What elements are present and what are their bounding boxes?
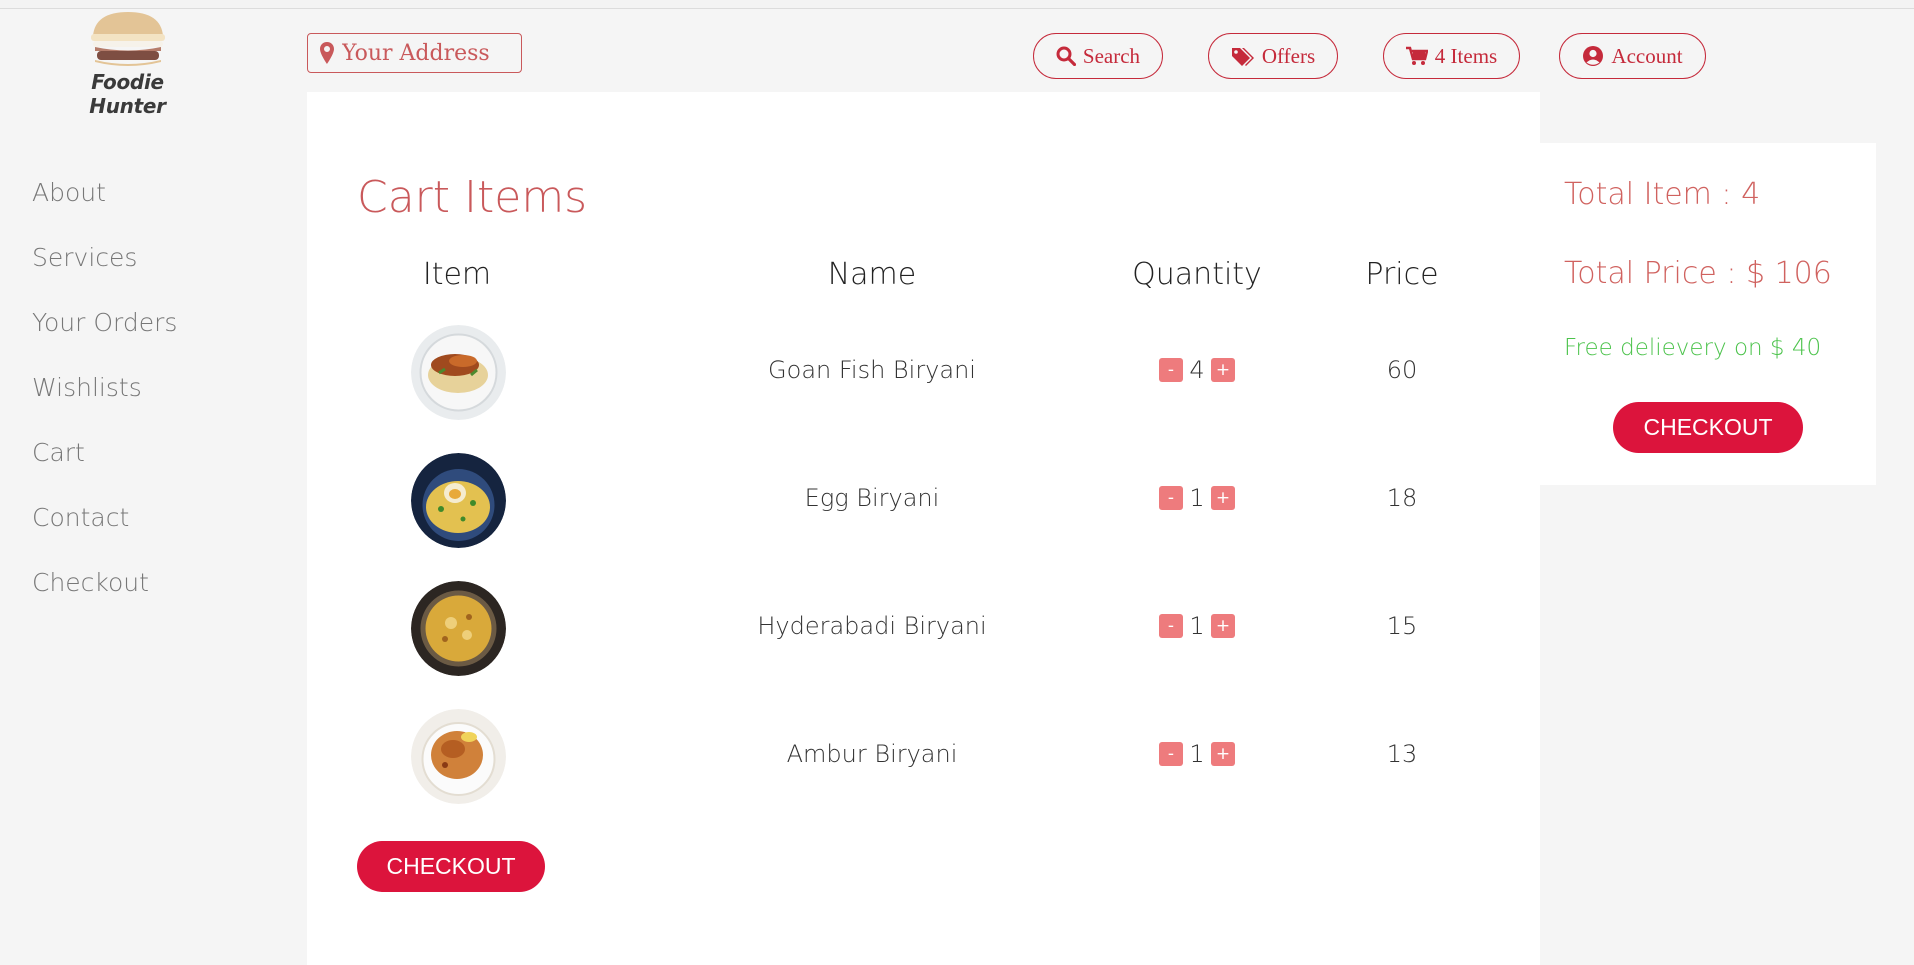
table-row: Ambur Biryani - 1 + 13 bbox=[307, 706, 1540, 806]
search-button[interactable]: Search bbox=[1033, 33, 1163, 79]
dish-image bbox=[411, 581, 506, 676]
sidebar-nav: About Services Your Orders Wishlists Car… bbox=[32, 170, 177, 625]
user-circle-icon bbox=[1583, 46, 1604, 66]
increase-quantity-button[interactable]: + bbox=[1211, 486, 1235, 510]
offers-button[interactable]: Offers bbox=[1208, 33, 1338, 79]
account-button-label: Account bbox=[1611, 43, 1683, 68]
sidebar-item-contact[interactable]: Contact bbox=[32, 495, 177, 560]
dish-image bbox=[411, 453, 506, 548]
item-name: Egg Biryani bbox=[804, 484, 940, 512]
total-items: Total Item : 4 bbox=[1564, 177, 1761, 212]
brand-logo[interactable]: Foodie Hunter bbox=[55, 10, 200, 118]
decrease-quantity-button[interactable]: - bbox=[1159, 358, 1183, 382]
item-price: 13 bbox=[1386, 740, 1418, 768]
quantity-value: 1 bbox=[1189, 740, 1205, 768]
dish-image bbox=[411, 709, 506, 804]
free-delivery-note: Free delievery on $ 40 bbox=[1564, 335, 1822, 361]
column-header-price: Price bbox=[1365, 257, 1439, 292]
quantity-value: 1 bbox=[1189, 484, 1205, 512]
quantity-stepper: - 1 + bbox=[1077, 484, 1317, 512]
address-input[interactable] bbox=[342, 40, 502, 66]
cart-icon bbox=[1405, 46, 1428, 65]
brand-name: Foodie Hunter bbox=[89, 70, 166, 118]
quantity-stepper: - 4 + bbox=[1077, 356, 1317, 384]
table-row: Goan Fish Biryani - 4 + 60 bbox=[307, 322, 1540, 422]
item-name: Hyderabadi Biryani bbox=[757, 612, 987, 640]
column-header-name: Name bbox=[827, 257, 917, 292]
account-button[interactable]: Account bbox=[1559, 33, 1706, 79]
summary-checkout-button[interactable]: CHECKOUT bbox=[1613, 402, 1803, 453]
dish-image bbox=[411, 325, 506, 420]
quantity-stepper: - 1 + bbox=[1077, 740, 1317, 768]
sidebar-item-your-orders[interactable]: Your Orders bbox=[32, 300, 177, 365]
offers-button-label: Offers bbox=[1261, 43, 1316, 68]
sidebar-item-checkout[interactable]: Checkout bbox=[32, 560, 177, 625]
total-price: Total Price : $ 106 bbox=[1564, 256, 1832, 291]
increase-quantity-button[interactable]: + bbox=[1211, 614, 1235, 638]
sidebar-item-wishlists[interactable]: Wishlists bbox=[32, 365, 177, 430]
table-row: Hyderabadi Biryani - 1 + 15 bbox=[307, 578, 1540, 678]
search-icon bbox=[1056, 46, 1076, 66]
sidebar-item-about[interactable]: About bbox=[32, 170, 177, 235]
item-price: 15 bbox=[1386, 612, 1418, 640]
order-summary: Total Item : 4 Total Price : $ 106 Free … bbox=[1540, 143, 1876, 485]
column-header-quantity: Quantity bbox=[1132, 257, 1262, 292]
sidebar-item-services[interactable]: Services bbox=[32, 235, 177, 300]
search-button-label: Search bbox=[1082, 43, 1141, 68]
cart-items-button[interactable]: 4 Items bbox=[1383, 33, 1520, 79]
item-name: Goan Fish Biryani bbox=[768, 356, 976, 384]
item-price: 60 bbox=[1386, 356, 1418, 384]
tags-icon bbox=[1231, 48, 1254, 66]
increase-quantity-button[interactable]: + bbox=[1211, 358, 1235, 382]
cart-panel: Cart Items Item Name Quantity Price Goan… bbox=[307, 92, 1540, 965]
quantity-value: 1 bbox=[1189, 612, 1205, 640]
checkout-button[interactable]: CHECKOUT bbox=[357, 841, 545, 892]
map-pin-icon bbox=[320, 42, 334, 64]
decrease-quantity-button[interactable]: - bbox=[1159, 614, 1183, 638]
column-header-item: Item bbox=[422, 257, 492, 292]
quantity-value: 4 bbox=[1189, 356, 1205, 384]
decrease-quantity-button[interactable]: - bbox=[1159, 742, 1183, 766]
quantity-stepper: - 1 + bbox=[1077, 612, 1317, 640]
sidebar-item-cart[interactable]: Cart bbox=[32, 430, 177, 495]
decrease-quantity-button[interactable]: - bbox=[1159, 486, 1183, 510]
item-price: 18 bbox=[1386, 484, 1418, 512]
page-title: Cart Items bbox=[357, 172, 588, 223]
item-name: Ambur Biryani bbox=[786, 740, 958, 768]
top-border bbox=[0, 0, 1914, 9]
table-row: Egg Biryani - 1 + 18 bbox=[307, 450, 1540, 550]
increase-quantity-button[interactable]: + bbox=[1211, 742, 1235, 766]
address-field[interactable] bbox=[307, 33, 522, 73]
cart-items-label: 4 Items bbox=[1434, 43, 1498, 68]
burger-icon bbox=[90, 12, 165, 66]
